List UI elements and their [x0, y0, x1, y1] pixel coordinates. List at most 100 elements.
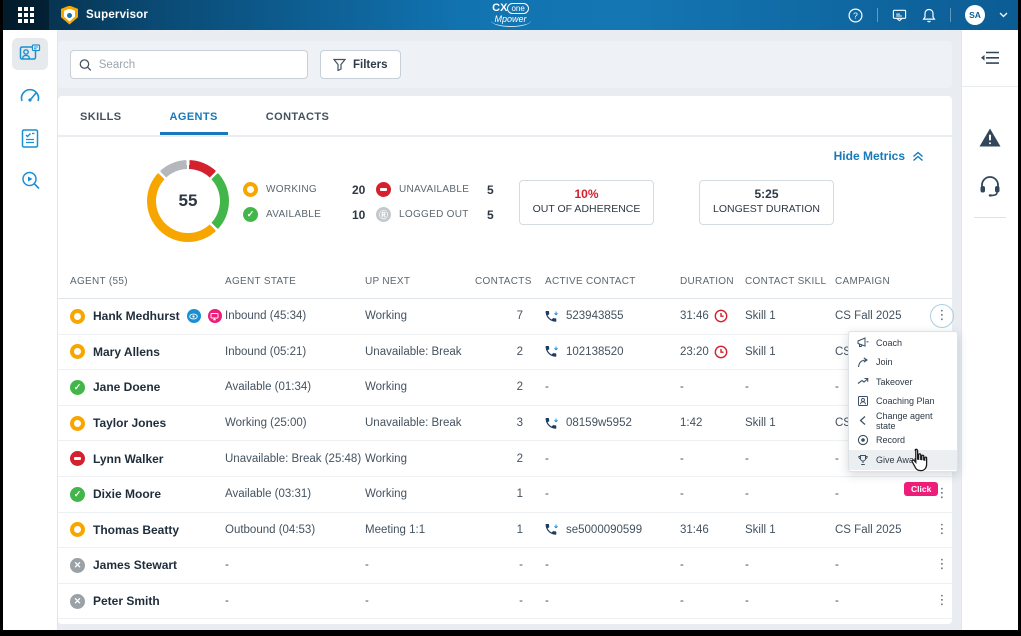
column-header[interactable]: CONTACTS: [475, 276, 545, 287]
double-chevron-up-icon: [912, 151, 924, 162]
menu-item-give-award[interactable]: Give Award: [849, 450, 957, 470]
agent-table-row[interactable]: ✕James Stewart-------⋮: [58, 548, 952, 584]
menu-item-join[interactable]: Join: [849, 353, 957, 373]
available-state-icon: ✓: [243, 207, 258, 222]
up-next-cell: Working: [365, 453, 475, 465]
duration-value: -: [680, 453, 684, 465]
menu-item-coach[interactable]: Coach: [849, 333, 957, 353]
chevron-left-icon: [857, 415, 869, 426]
agent-table-row[interactable]: Mary AllensInbound (05:21)Unavailable: B…: [58, 335, 952, 371]
row-kebab-menu-button[interactable]: ⋮: [930, 304, 954, 328]
hide-metrics-link[interactable]: Hide Metrics: [834, 149, 924, 163]
agent-state-working-icon: [70, 522, 85, 537]
menu-item-takeover[interactable]: Takeover: [849, 372, 957, 392]
active-contact-id: 102138520: [566, 346, 624, 358]
column-header[interactable]: CAMPAIGN: [835, 276, 930, 287]
record-icon: [857, 434, 869, 446]
notifications-bell-icon[interactable]: [921, 8, 936, 23]
column-header[interactable]: DURATION: [680, 276, 745, 287]
report-document-icon: [20, 128, 40, 149]
agent-state-cell: -: [225, 595, 365, 607]
nav-interaction-search[interactable]: [12, 164, 48, 196]
filters-button[interactable]: Filters: [320, 50, 401, 79]
view-tabs: SKILLS AGENTS CONTACTS: [58, 96, 952, 135]
agent-name: Peter Smith: [93, 594, 160, 608]
user-avatar[interactable]: SA: [965, 5, 985, 25]
active-contact-id: -: [545, 381, 549, 393]
alerts-warning-icon[interactable]: [962, 113, 1018, 161]
legend-unavailable: UNAVAILABLE 5: [376, 177, 494, 202]
cxone-mpower-logo: CXone Mpower: [490, 3, 530, 27]
campaign-cell: CS Fall 2025: [835, 524, 930, 536]
agent-table-row[interactable]: Taylor JonesWorking (25:00)Unavailable: …: [58, 406, 952, 442]
agent-state-loggedout-icon: ✕: [70, 594, 85, 609]
up-next-cell: Unavailable: Break: [365, 417, 475, 429]
contacts-cell: -: [475, 559, 545, 571]
presentation-icon[interactable]: [892, 8, 907, 23]
row-kebab-menu-button[interactable]: ⋮: [930, 553, 954, 577]
monitor-eye-icon: [187, 309, 201, 323]
active-contact-cell: 08159w5952: [545, 417, 680, 430]
duration-value: 1:42: [680, 417, 702, 429]
search-input-wrapper[interactable]: [70, 50, 308, 79]
agent-name: Jane Doene: [93, 380, 160, 394]
tab-skills[interactable]: SKILLS: [70, 111, 132, 135]
nav-reports[interactable]: [12, 122, 48, 154]
menu-item-coaching-plan[interactable]: Coaching Plan: [849, 392, 957, 412]
duration-cell: -: [680, 453, 745, 465]
duration-value: -: [680, 595, 684, 607]
column-header[interactable]: ACTIVE CONTACT: [545, 276, 680, 287]
agent-table-row[interactable]: ✓Jane DoeneAvailable (01:34)Working2----…: [58, 370, 952, 406]
agent-name: Taylor Jones: [93, 416, 166, 430]
contacts-cell: 7: [475, 310, 545, 322]
table-header-row: AGENT (55)AGENT STATEUP NEXTCONTACTSACTI…: [58, 265, 952, 299]
app-launcher-button[interactable]: [3, 0, 49, 30]
duration-cell: -: [680, 381, 745, 393]
column-header[interactable]: CONTACT SKILL: [745, 276, 835, 287]
duration-value: 31:46: [680, 310, 709, 322]
agent-state-unavailable-icon: [70, 451, 85, 466]
agent-name-cell: ✓Dixie Moore: [70, 487, 225, 502]
separator: [950, 8, 951, 22]
supervisor-app: Supervisor CXone Mpower ? SA: [3, 0, 1018, 630]
agent-table-row[interactable]: ✕Peter Smith-------⋮: [58, 584, 952, 620]
click-annotation-badge: Click: [904, 482, 938, 496]
agent-table-row[interactable]: Lynn WalkerUnavailable: Break (25:48)Wor…: [58, 441, 952, 477]
gauge-icon: [19, 87, 41, 105]
nav-dashboard[interactable]: [12, 80, 48, 112]
row-kebab-menu-button[interactable]: ⋮: [930, 589, 954, 613]
inbound-phone-icon: [545, 345, 561, 358]
agent-state-cell: Outbound (04:53): [225, 524, 365, 536]
active-contact-cell: -: [545, 595, 680, 607]
column-header[interactable]: AGENT (55): [70, 276, 225, 287]
row-actions-cell: ⋮: [930, 518, 954, 542]
contact-skill-cell: -: [745, 559, 835, 571]
menu-item-record[interactable]: Record: [849, 431, 957, 451]
tab-contacts[interactable]: CONTACTS: [256, 111, 340, 135]
agent-table-row[interactable]: ✓Dixie MooreAvailable (03:31)Working1---…: [58, 477, 952, 513]
column-header[interactable]: AGENT STATE: [225, 276, 365, 287]
agent-name: Thomas Beatty: [93, 523, 179, 537]
duration-cell: 23:20: [680, 345, 745, 359]
agent-state-loggedout-icon: ✕: [70, 558, 85, 573]
agent-name: Dixie Moore: [93, 487, 161, 501]
chevron-down-icon[interactable]: [999, 12, 1008, 18]
menu-item-change-agent-state[interactable]: Change agent state: [849, 411, 957, 431]
help-icon[interactable]: ?: [848, 8, 863, 23]
agent-name: James Stewart: [93, 558, 177, 572]
row-kebab-menu-button[interactable]: ⋮: [930, 518, 954, 542]
column-header[interactable]: UP NEXT: [365, 276, 475, 287]
headset-support-icon[interactable]: [962, 161, 1018, 209]
agent-name-cell: ✕ Peter Smith: [70, 594, 225, 609]
separator: [877, 8, 878, 22]
supervisor-monitor-icon: [19, 44, 41, 64]
agent-state-cell: Available (03:31): [225, 488, 365, 500]
agent-table-row[interactable]: Hank MedhurstInbound (45:34)Working75239…: [58, 299, 952, 335]
agent-name: Hank Medhurst: [93, 309, 180, 323]
agent-table-row[interactable]: Thomas BeattyOutbound (04:53)Meeting 1:1…: [58, 513, 952, 549]
collapse-panel-icon[interactable]: [980, 34, 1000, 82]
nav-agents-monitoring[interactable]: [12, 38, 48, 70]
duration-cell: -: [680, 559, 745, 571]
search-input[interactable]: [99, 59, 299, 71]
tab-agents[interactable]: AGENTS: [160, 111, 228, 135]
